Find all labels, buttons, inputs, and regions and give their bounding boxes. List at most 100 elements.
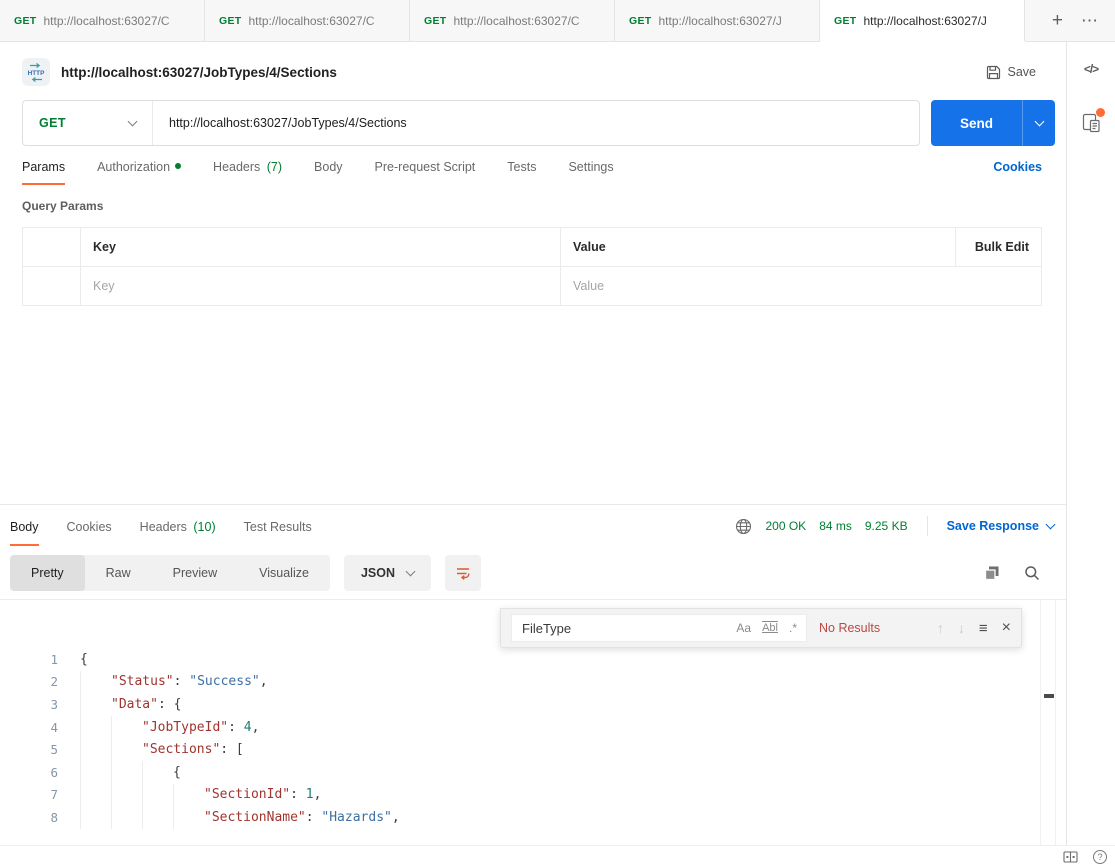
- save-response-button[interactable]: Save Response: [947, 519, 1054, 533]
- token: "JobTypeId": [142, 720, 228, 735]
- divider: [927, 516, 928, 536]
- search-icon[interactable]: [1024, 565, 1040, 581]
- find-previous-icon[interactable]: ↑: [937, 620, 944, 636]
- find-next-icon[interactable]: ↓: [958, 620, 965, 636]
- response-tab-cookies[interactable]: Cookies: [67, 507, 112, 546]
- param-value-input[interactable]: [561, 279, 1041, 293]
- response-size[interactable]: 9.25 KB: [865, 519, 908, 533]
- tab-headers[interactable]: Headers (7): [213, 160, 282, 185]
- row-select-cell: [23, 267, 81, 306]
- request-tab[interactable]: GEThttp://localhost:63027/C: [0, 0, 205, 41]
- whole-word-toggle[interactable]: Abl: [762, 622, 778, 634]
- response-time[interactable]: 84 ms: [819, 519, 852, 533]
- find-results-label: No Results: [819, 621, 880, 635]
- view-mode-group: PrettyRawPreviewVisualize: [10, 555, 330, 591]
- token: :: [290, 787, 306, 802]
- code-text: "Sections": [: [58, 738, 244, 761]
- token: {: [80, 652, 88, 667]
- tab-label: Authorization: [97, 160, 170, 174]
- find-in-selection-icon[interactable]: ≡: [979, 620, 988, 637]
- tab-tests[interactable]: Tests: [507, 160, 536, 185]
- new-tab-button[interactable]: +: [1052, 10, 1063, 32]
- find-nav: ↑ ↓ ≡ ×: [937, 619, 1011, 637]
- token: ,: [252, 720, 260, 735]
- close-icon[interactable]: ×: [1002, 619, 1011, 637]
- line-number: 5: [0, 742, 58, 757]
- code-text: "SectionName": "Hazards",: [58, 806, 400, 829]
- url-input[interactable]: [153, 101, 919, 145]
- token: : {: [158, 697, 181, 712]
- tab-authorization[interactable]: Authorization: [97, 160, 181, 185]
- line-number: 3: [0, 697, 58, 712]
- tab-settings[interactable]: Settings: [568, 160, 613, 185]
- help-icon[interactable]: ?: [1093, 850, 1107, 864]
- tab-options-button[interactable]: ⋯: [1081, 11, 1099, 31]
- request-title-row: HTTP http://localhost:63027/JobTypes/4/S…: [0, 42, 1066, 96]
- http-request-icon: HTTP: [22, 58, 50, 86]
- find-input[interactable]: [512, 621, 736, 636]
- send-options-button[interactable]: [1022, 100, 1055, 146]
- response-tab-body[interactable]: Body: [10, 507, 39, 546]
- format-select[interactable]: JSON: [344, 555, 431, 591]
- response-tabs: Body Cookies Headers (10) Test Results: [10, 505, 312, 547]
- documentation-icon[interactable]: [1082, 112, 1101, 133]
- token: "Hazards": [321, 810, 391, 825]
- indent-guide: [111, 761, 142, 784]
- url-box: GET: [22, 100, 920, 146]
- view-mode-raw[interactable]: Raw: [85, 555, 152, 591]
- view-mode-preview[interactable]: Preview: [152, 555, 238, 591]
- token: :: [306, 810, 322, 825]
- response-tab-headers[interactable]: Headers (10): [140, 507, 216, 546]
- method-select[interactable]: GET: [23, 101, 153, 145]
- response-header: Body Cookies Headers (10) Test Results 200 …: [0, 505, 1066, 547]
- bulk-edit-button[interactable]: Bulk Edit: [956, 228, 1042, 267]
- param-key-cell: [81, 267, 561, 306]
- find-widget: Aa Abl .* No Results ↑ ↓ ≡ ×: [500, 608, 1022, 648]
- match-case-toggle[interactable]: Aa: [736, 621, 751, 635]
- tab-params[interactable]: Params: [22, 160, 65, 185]
- tab-label: Tests: [507, 160, 536, 174]
- network-globe-icon[interactable]: [735, 518, 752, 535]
- code-text: "JobTypeId": 4,: [58, 716, 259, 739]
- status-badge[interactable]: 200 OK: [765, 519, 806, 533]
- token: "SectionId": [204, 787, 290, 802]
- line-number: 2: [0, 674, 58, 689]
- tab-pre-request-script[interactable]: Pre-request Script: [375, 160, 476, 185]
- chevron-down-icon: [128, 116, 138, 126]
- view-mode-visualize[interactable]: Visualize: [238, 555, 330, 591]
- indent-guide: [80, 761, 111, 784]
- view-mode-pretty[interactable]: Pretty: [10, 555, 85, 591]
- request-tab[interactable]: GEThttp://localhost:63027/C: [205, 0, 410, 41]
- save-button[interactable]: Save: [980, 61, 1043, 84]
- response-tab-test-results[interactable]: Test Results: [244, 507, 312, 546]
- wrap-text-button[interactable]: [445, 555, 481, 591]
- tab-count-badge: (10): [190, 520, 216, 534]
- send-button[interactable]: Send: [931, 100, 1055, 146]
- code-text: "SectionId": 1,: [58, 784, 321, 807]
- request-tab[interactable]: GEThttp://localhost:63027/J: [820, 0, 1025, 41]
- send-label: Send: [931, 100, 1022, 146]
- panel-toggle-icon[interactable]: [1063, 851, 1078, 863]
- regex-toggle[interactable]: .*: [789, 621, 797, 635]
- line-number: 4: [0, 720, 58, 735]
- tab-label: Test Results: [244, 520, 312, 534]
- scrollbar-thumb[interactable]: [1044, 694, 1054, 698]
- tab-count-badge: (7): [263, 160, 282, 174]
- request-tab[interactable]: GEThttp://localhost:63027/C: [410, 0, 615, 41]
- cookies-link[interactable]: Cookies: [993, 160, 1042, 174]
- chevron-down-icon: [1046, 519, 1056, 529]
- param-key-input[interactable]: [81, 279, 560, 293]
- copy-icon[interactable]: [984, 565, 1000, 581]
- tab-label: Headers: [213, 160, 260, 174]
- code-line: 4"JobTypeId": 4,: [0, 716, 1066, 739]
- token: {: [173, 765, 181, 780]
- token: : [: [220, 742, 243, 757]
- save-response-label: Save Response: [947, 519, 1039, 533]
- response-toolbar: PrettyRawPreviewVisualize JSON: [0, 547, 1066, 600]
- request-tab[interactable]: GEThttp://localhost:63027/J: [615, 0, 820, 41]
- code-snippet-icon[interactable]: </>: [1084, 62, 1098, 76]
- scrollbar[interactable]: [1040, 600, 1056, 845]
- indent-guide: [80, 784, 111, 807]
- tab-body[interactable]: Body: [314, 160, 343, 185]
- token: "Status": [111, 674, 174, 689]
